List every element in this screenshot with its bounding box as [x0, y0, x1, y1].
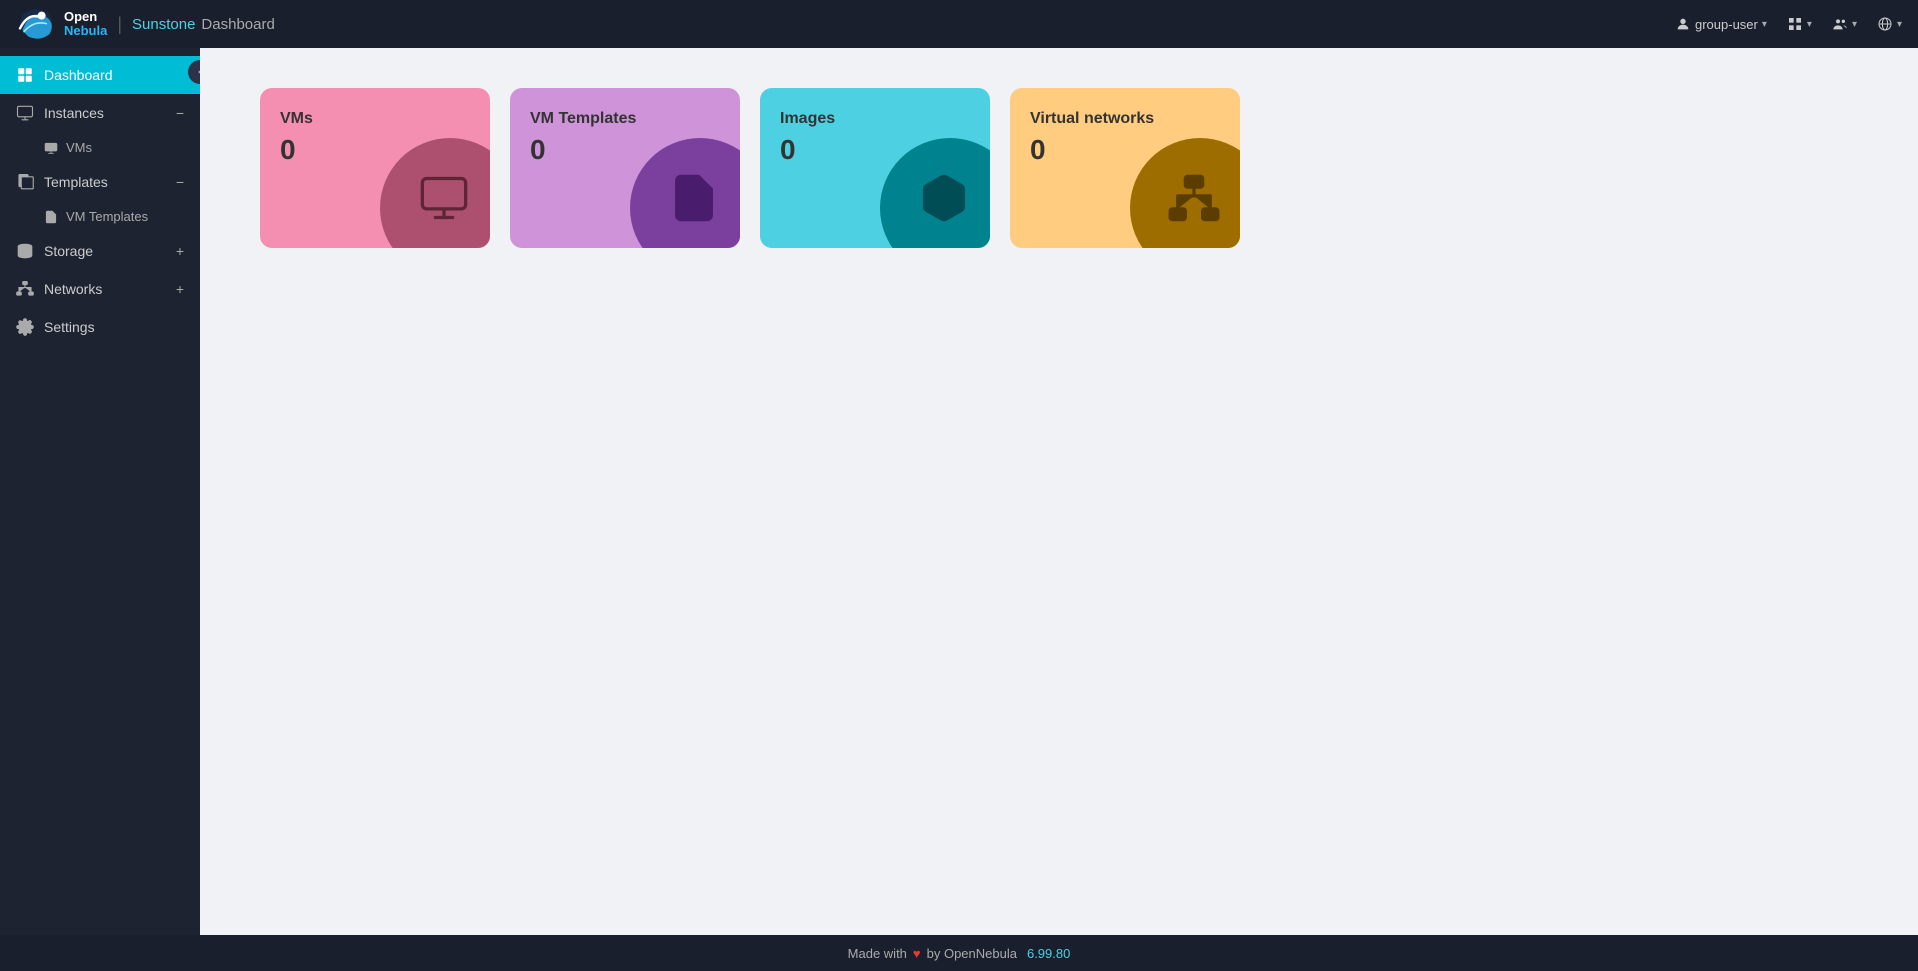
user-icon: [1675, 16, 1691, 32]
vmtemplate-icon: [44, 210, 58, 224]
sidebar-item-label: Networks: [44, 281, 166, 297]
footer-by: by OpenNebula: [927, 946, 1017, 961]
dashboard-cards: VMs 0 VM Templates 0: [260, 88, 1858, 248]
sidebar-item-settings[interactable]: Settings: [0, 308, 200, 346]
people-chevron-icon: ▾: [1852, 19, 1857, 30]
sidebar-item-label: Storage: [44, 243, 166, 259]
card-vnets-title: Virtual networks: [1030, 110, 1220, 128]
card-vmtemplates-title: VM Templates: [530, 110, 720, 128]
grid-menu-button[interactable]: ▾: [1787, 16, 1812, 32]
sidebar-subitem-vms[interactable]: VMs: [0, 132, 200, 163]
user-label: group-user: [1695, 17, 1758, 32]
sidebar-item-networks[interactable]: Networks +: [0, 270, 200, 308]
templates-collapse-icon[interactable]: −: [176, 175, 184, 189]
sidebar-item-label: Instances: [44, 105, 166, 121]
card-images-count: 0: [780, 134, 970, 166]
card-vms-count: 0: [280, 134, 470, 166]
footer-heart-icon: ♥: [913, 946, 921, 961]
logo[interactable]: Open Nebula: [16, 6, 107, 42]
footer-version: 6.99.80: [1027, 946, 1070, 961]
footer-made-with: Made with: [848, 946, 907, 961]
page-title: Dashboard: [201, 16, 274, 33]
user-chevron-icon: ▾: [1762, 19, 1767, 30]
chevron-left-icon: [195, 67, 200, 77]
card-vnets-count: 0: [1030, 134, 1220, 166]
networks-icon: [16, 280, 34, 298]
storage-expand-icon[interactable]: +: [176, 244, 184, 258]
people-menu-button[interactable]: ▾: [1832, 16, 1857, 32]
sidebar-item-label: Dashboard: [44, 67, 184, 83]
grid-icon: [1787, 16, 1803, 32]
topbar: Open Nebula | Sunstone Dashboard group-u…: [0, 0, 1918, 48]
templates-icon: [16, 173, 34, 191]
card-vmtemplates-icon: [664, 168, 724, 228]
card-vms-title: VMs: [280, 110, 470, 128]
brand-name: Open Nebula: [64, 10, 107, 39]
sidebar-subitem-label: VMs: [66, 140, 92, 155]
instances-collapse-icon[interactable]: −: [176, 106, 184, 120]
sidebar-item-storage[interactable]: Storage +: [0, 232, 200, 270]
card-images-title: Images: [780, 110, 970, 128]
instances-icon: [16, 104, 34, 122]
opennebula-logo-icon: [16, 6, 56, 42]
storage-icon: [16, 242, 34, 260]
sidebar-item-label: Settings: [44, 319, 184, 335]
globe-chevron-icon: ▾: [1897, 19, 1902, 30]
card-vms-icon: [414, 168, 474, 228]
globe-menu-button[interactable]: ▾: [1877, 16, 1902, 32]
globe-icon: [1877, 16, 1893, 32]
card-vmtemplates-count: 0: [530, 134, 720, 166]
sidebar-item-label: Templates: [44, 174, 166, 190]
sidebar-subitem-vmtemplates[interactable]: VM Templates: [0, 201, 200, 232]
main-layout: Dashboard Instances − VMs Templates: [0, 48, 1918, 935]
sidebar-item-templates[interactable]: Templates −: [0, 163, 200, 201]
dashboard-icon: [16, 66, 34, 84]
main-content: VMs 0 VM Templates 0: [200, 48, 1918, 935]
settings-icon: [16, 318, 34, 336]
sidebar-item-dashboard[interactable]: Dashboard: [0, 56, 200, 94]
footer: Made with ♥ by OpenNebula 6.99.80: [0, 935, 1918, 971]
sidebar-item-instances[interactable]: Instances −: [0, 94, 200, 132]
grid-chevron-icon: ▾: [1807, 19, 1812, 30]
networks-expand-icon[interactable]: +: [176, 282, 184, 296]
dashboard-card-images[interactable]: Images 0: [760, 88, 990, 248]
topbar-right: group-user ▾ ▾ ▾ ▾: [1675, 16, 1902, 32]
sidebar-subitem-label: VM Templates: [66, 209, 148, 224]
user-menu-button[interactable]: group-user ▾: [1675, 16, 1767, 32]
card-vnets-icon: [1164, 168, 1224, 228]
sidebar: Dashboard Instances − VMs Templates: [0, 48, 200, 935]
vm-icon: [44, 141, 58, 155]
dashboard-card-vms[interactable]: VMs 0: [260, 88, 490, 248]
topbar-divider: |: [117, 14, 122, 35]
dashboard-card-vnets[interactable]: Virtual networks 0: [1010, 88, 1240, 248]
people-icon: [1832, 16, 1848, 32]
dashboard-card-vmtemplates[interactable]: VM Templates 0: [510, 88, 740, 248]
app-name: Sunstone: [132, 16, 195, 33]
card-images-icon: [914, 168, 974, 228]
